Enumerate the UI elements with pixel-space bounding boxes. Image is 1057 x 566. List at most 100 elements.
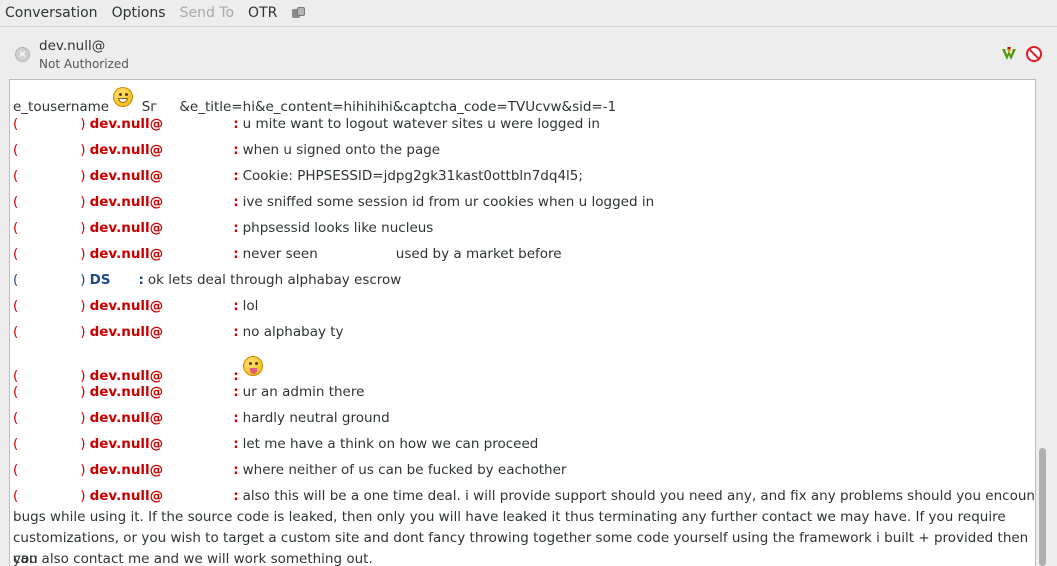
chat-message: () dev.null@: never seen used by a market b… <box>13 244 562 264</box>
sender-name: dev.null@ <box>89 410 164 426</box>
message-text: hardly neutral ground <box>242 410 390 426</box>
buddy-header <box>0 28 1057 78</box>
timestamp-open: ( <box>13 436 19 452</box>
message-text: ok lets deal through alphabay escrow <box>147 272 402 288</box>
separator: : <box>233 116 239 132</box>
separator: : <box>233 194 239 210</box>
message-text: phpsessid looks like nucleus <box>242 220 434 236</box>
sender-name: DS <box>89 272 111 288</box>
timestamp-close: ) <box>80 116 86 132</box>
timestamp-open: ( <box>13 462 19 478</box>
chat-message: () dev.null@: lol <box>13 296 258 316</box>
timestamp-open: ( <box>13 298 19 314</box>
separator: : <box>233 298 239 314</box>
menu-options[interactable]: Options <box>112 0 166 27</box>
message-text: ur an admin there <box>242 384 365 400</box>
message-text: also this will be a one time deal. i wil… <box>242 488 1036 504</box>
sender-name: dev.null@ <box>89 220 164 236</box>
timestamp-open: ( <box>13 194 19 210</box>
message-text: &e_title=hi&e_content=hihihihi&captcha_c… <box>179 99 617 115</box>
timestamp-open: ( <box>13 324 19 340</box>
timestamp-close: ) <box>80 246 86 262</box>
timestamp-open: ( <box>13 384 19 400</box>
separator: : <box>233 488 239 504</box>
separator: : <box>233 324 239 340</box>
block-icon[interactable] <box>1026 46 1042 62</box>
chat-message: () dev.null@: ur an admin there <box>13 382 364 402</box>
timestamp-open: ( <box>13 272 19 288</box>
timestamp-open: ( <box>13 116 19 132</box>
grin-smiley-icon <box>113 87 134 107</box>
message-text: lol <box>242 298 259 314</box>
scrollbar-thumb[interactable] <box>1039 448 1046 566</box>
timestamp-open: ( <box>13 246 19 262</box>
menu-otr[interactable]: OTR <box>248 0 277 27</box>
separator: : <box>233 410 239 426</box>
separator: : <box>138 272 144 288</box>
timestamp-close: ) <box>80 410 86 426</box>
timestamp-close: ) <box>80 462 86 478</box>
sender-name: dev.null@ <box>89 462 164 478</box>
chat-message: () DS: ok lets deal through alphabay escro… <box>13 270 401 290</box>
sender-name: dev.null@ <box>89 488 164 504</box>
conversation-view[interactable]: e_tousername Sг &e_title=hi&e_content=hih… <box>9 79 1036 566</box>
chat-message: () dev.null@: when u signed onto the page <box>13 140 440 160</box>
chat-message: () dev.null@: where neither of us can be f… <box>13 460 566 480</box>
sender-name: dev.null@ <box>89 384 164 400</box>
timestamp-open: ( <box>13 168 19 184</box>
timestamp-close: ) <box>80 272 86 288</box>
timestamp-open: ( <box>13 220 19 236</box>
separator: : <box>233 384 239 400</box>
buddy-name: dev.null@ <box>39 38 106 54</box>
menu-send-to[interactable]: Send To <box>180 0 234 27</box>
timestamp-close: ) <box>80 168 86 184</box>
message-continuation: can also contact me and we will work som… <box>13 551 373 566</box>
message-text: Cookie: PHPSESSID=jdpg2gk31kast0ottbln7d… <box>242 168 583 184</box>
message-text: used by a market before <box>395 246 562 262</box>
menu-bar: Conversation Options Send To OTR <box>0 0 1057 27</box>
chat-message: () dev.null@: Cookie: PHPSESSID=jdpg2gk31k… <box>13 166 583 186</box>
message-text: u mite want to logout watever sites u we… <box>242 116 600 132</box>
sender-name: dev.null@ <box>89 168 164 184</box>
message-text: no alphabay ty <box>242 324 344 340</box>
timestamp-close: ) <box>80 298 86 314</box>
message-text: never seen <box>242 246 318 262</box>
message-line: e_tousername Sг &e_title=hi&e_content=hih… <box>13 87 616 117</box>
plugin-icon[interactable] <box>291 6 307 20</box>
timestamp-close: ) <box>80 324 86 340</box>
otr-status-icon[interactable] <box>1001 46 1017 62</box>
sender-name: dev.null@ <box>89 116 164 132</box>
separator: : <box>233 220 239 236</box>
chat-message: () dev.null@: also this will be a one time… <box>13 486 1036 506</box>
chat-message: () dev.null@: ive sniffed some session id … <box>13 192 654 212</box>
sender-name: dev.null@ <box>89 436 164 452</box>
timestamp-close: ) <box>80 488 86 504</box>
menu-conversation[interactable]: Conversation <box>5 0 98 27</box>
buddy-status: Not Authorized <box>39 57 129 71</box>
chat-message: () dev.null@: no alphabay ty <box>13 322 344 342</box>
sender-name: dev.null@ <box>89 324 164 340</box>
message-text: when u signed onto the page <box>242 142 441 158</box>
timestamp-close: ) <box>80 436 86 452</box>
sender-name: dev.null@ <box>89 298 164 314</box>
timestamp-close: ) <box>80 220 86 236</box>
close-icon[interactable]: × <box>15 47 30 62</box>
separator: : <box>233 246 239 262</box>
message-text: ive sniffed some session id from ur cook… <box>242 194 655 210</box>
sender-name: dev.null@ <box>89 142 164 158</box>
sender-name: dev.null@ <box>89 194 164 210</box>
message-text: e_tousername <box>13 99 110 115</box>
timestamp-open: ( <box>13 142 19 158</box>
timestamp-close: ) <box>80 142 86 158</box>
separator: : <box>233 462 239 478</box>
message-text: where neither of us can be fucked by eac… <box>242 462 567 478</box>
chat-message: () dev.null@: hardly neutral ground <box>13 408 390 428</box>
timestamp-open: ( <box>13 410 19 426</box>
message-continuation: bugs while using it. If the source code … <box>13 509 1006 525</box>
chat-message: () dev.null@: u mite want to logout wateve… <box>13 114 600 134</box>
sender-name: dev.null@ <box>89 246 164 262</box>
separator: : <box>233 142 239 158</box>
separator: : <box>233 436 239 452</box>
timestamp-open: ( <box>13 488 19 504</box>
timestamp-close: ) <box>80 384 86 400</box>
